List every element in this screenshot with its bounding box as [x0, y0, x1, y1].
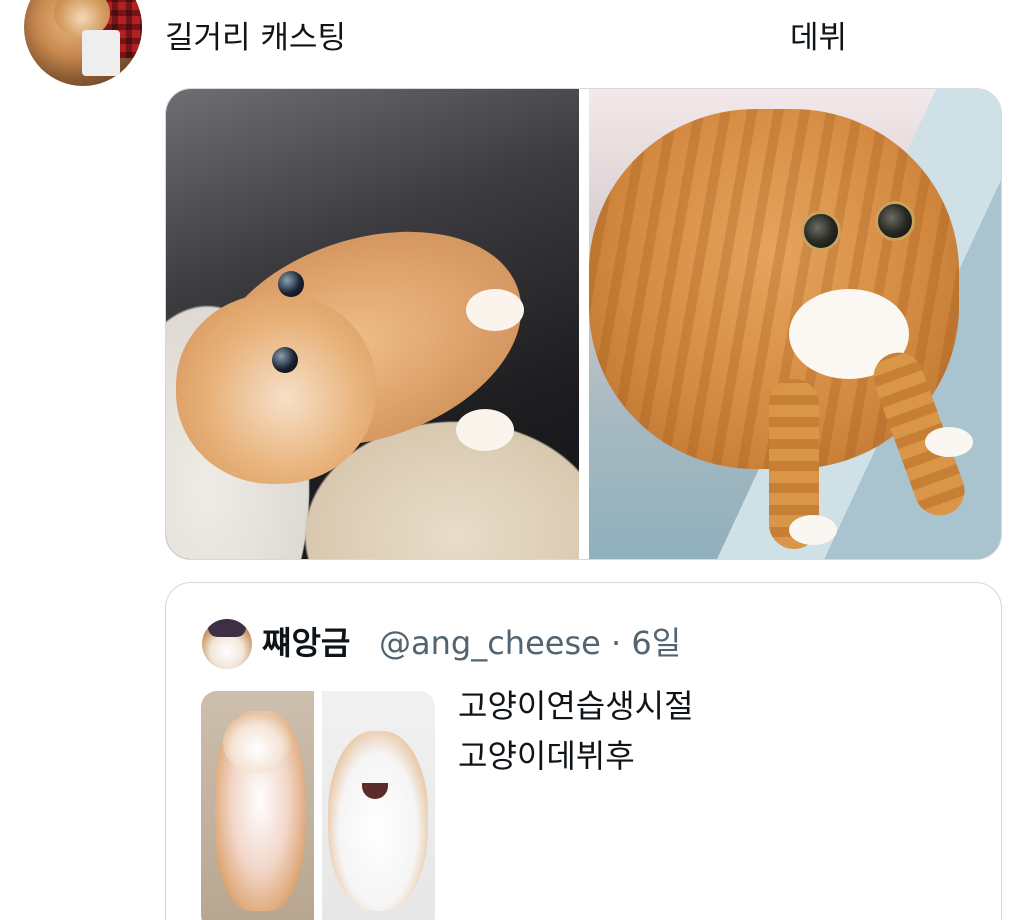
- small-cat-body: [328, 731, 428, 911]
- quote-photo-cat: [322, 691, 435, 920]
- kitten-paw: [466, 289, 524, 331]
- photo-adult-cat[interactable]: [588, 89, 1001, 559]
- media-grid: [165, 88, 1002, 560]
- cat-eye-right: [874, 201, 915, 241]
- author-avatar[interactable]: [24, 0, 142, 86]
- quote-media-thumbnail[interactable]: [201, 691, 435, 920]
- tweet-text-right: 데뷔: [790, 20, 848, 56]
- photo-kitten[interactable]: [166, 89, 579, 559]
- quote-tweet-card[interactable]: 쨰앙금 @ang_cheese · 6일 고양이연습생시절 고양이데뷔후: [165, 582, 1002, 920]
- small-kitten-head: [223, 713, 291, 773]
- avatar-cup: [82, 30, 120, 76]
- quote-text-line: 고양이데뷔후: [458, 737, 635, 775]
- cat-foot: [788, 515, 837, 545]
- tweet: 길거리 캐스팅 데뷔 쨰앙금 @ang_cheese · 6일 고양이연습생시절…: [0, 0, 1024, 920]
- tweet-text: 길거리 캐스팅: [165, 20, 346, 56]
- quote-author-avatar[interactable]: [202, 619, 252, 669]
- cat-foot: [924, 427, 973, 457]
- quote-photo-kitten: [201, 691, 314, 920]
- kitten-eye-left: [278, 271, 304, 297]
- quote-text: 고양이연습생시절 고양이데뷔후: [458, 681, 694, 781]
- quote-text-line: 고양이연습생시절: [458, 687, 694, 725]
- cat-eye-left: [800, 211, 841, 251]
- quote-display-name[interactable]: 쨰앙금: [262, 621, 350, 665]
- kitten-head: [176, 294, 376, 484]
- kitten-paw: [456, 409, 514, 451]
- quote-handle-and-time[interactable]: @ang_cheese · 6일: [379, 621, 681, 665]
- avatar-hat: [208, 619, 246, 637]
- kitten-eye-right: [272, 347, 298, 373]
